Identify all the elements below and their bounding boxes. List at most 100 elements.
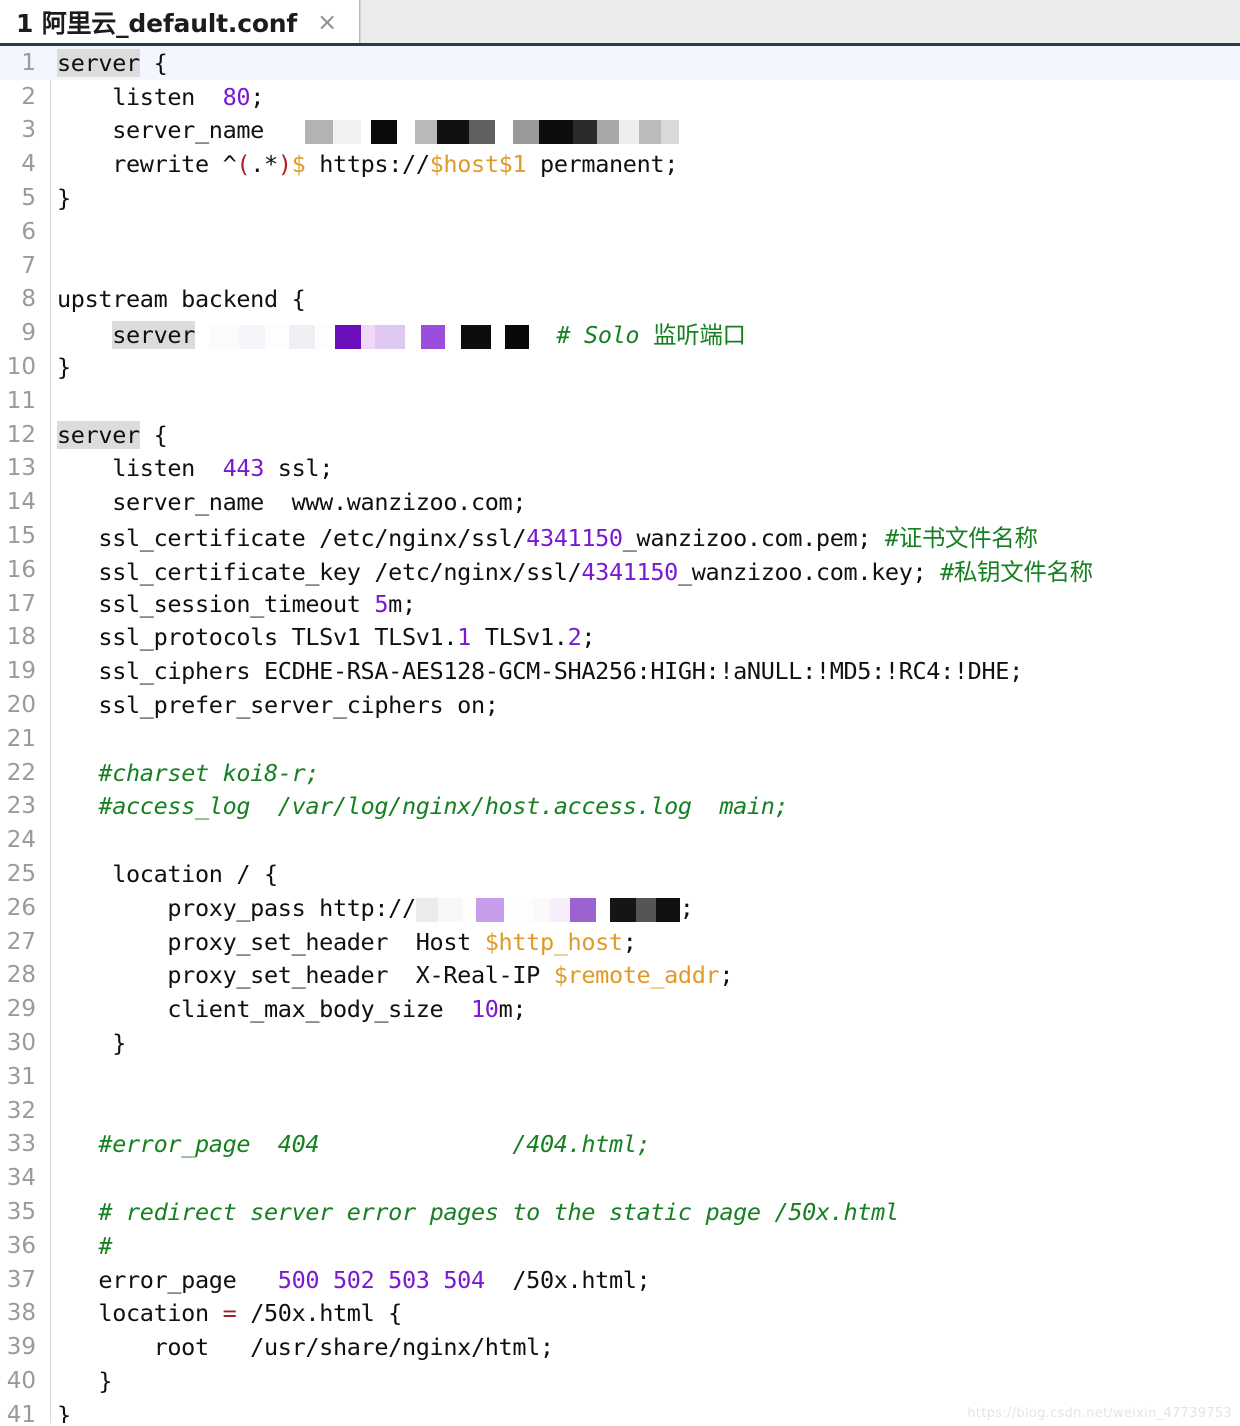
line-content: location / { <box>57 860 278 889</box>
code-line[interactable]: 22 #charset koi8-r; <box>0 756 1240 790</box>
line-content: #error_page 404 /404.html; <box>98 1130 651 1159</box>
code-line[interactable]: 39 root /usr/share/nginx/html; <box>0 1330 1240 1364</box>
code-line[interactable]: 31 <box>0 1060 1240 1094</box>
code-line[interactable]: 37 error_page 500 502 503 504 /50x.html; <box>0 1263 1240 1297</box>
tab-title: 1 阿里云_default.conf <box>16 8 298 38</box>
line-content: server { <box>57 420 168 449</box>
line-number: 25 <box>6 861 36 888</box>
line-number: 19 <box>6 658 36 685</box>
code-line[interactable]: 32 <box>0 1094 1240 1128</box>
code-line[interactable]: 2 listen 80; <box>0 80 1240 114</box>
code-line[interactable]: 24 <box>0 823 1240 857</box>
line-number: 29 <box>6 996 36 1023</box>
line-content: server_name <box>44 116 1240 145</box>
code-line[interactable]: 8 upstream backend { <box>0 283 1240 317</box>
close-icon[interactable]: × <box>317 10 337 34</box>
line-content: ssl_certificate_key /etc/nginx/ssl/43411… <box>57 557 1093 586</box>
redacted-block <box>305 120 680 145</box>
line-content: #charset koi8-r; <box>98 758 320 787</box>
line-number: 8 <box>21 286 36 313</box>
code-line[interactable]: 21 <box>0 722 1240 756</box>
code-line[interactable]: 16 ssl_certificate_key /etc/nginx/ssl/43… <box>0 553 1240 587</box>
line-number: 31 <box>6 1063 36 1090</box>
line-number: 7 <box>21 252 36 279</box>
line-content <box>44 387 1240 415</box>
line-number: 9 <box>21 320 36 347</box>
line-content: ssl_certificate /etc/nginx/ssl/4341150_w… <box>57 524 1038 553</box>
code-line[interactable]: 10 } <box>0 350 1240 384</box>
line-content: } <box>57 353 71 382</box>
code-line[interactable]: 20 ssl_prefer_server_ciphers on; <box>0 688 1240 722</box>
code-line[interactable]: 18 ssl_protocols TLSv1 TLSv1.1 TLSv1.2; <box>0 621 1240 655</box>
code-line[interactable]: 4 rewrite ^(.*)$ https://$host$1 permane… <box>0 147 1240 181</box>
code-line[interactable]: 30 } <box>0 1026 1240 1060</box>
line-number: 21 <box>6 725 36 752</box>
line-number: 28 <box>6 962 36 989</box>
code-line[interactable]: 17 ssl_session_timeout 5m; <box>0 587 1240 621</box>
code-line[interactable]: 25 location / { <box>0 857 1240 891</box>
line-content: server { <box>57 48 168 77</box>
line-content: ssl_protocols TLSv1 TLSv1.1 TLSv1.2; <box>57 623 596 652</box>
line-number: 39 <box>6 1334 36 1361</box>
code-line[interactable]: 33 #error_page 404 /404.html; <box>0 1128 1240 1162</box>
line-number: 18 <box>6 624 36 651</box>
line-content: location = /50x.html { <box>57 1299 402 1328</box>
code-line[interactable]: 19 ssl_ciphers ECDHE-RSA-AES128-GCM-SHA2… <box>0 654 1240 688</box>
code-line[interactable]: 35 # redirect server error pages to the … <box>0 1195 1240 1229</box>
line-content: server_name www.wanzizoo.com; <box>57 488 527 517</box>
line-number: 15 <box>6 523 36 550</box>
line-content: server # Solo 监听端口 <box>112 321 746 350</box>
line-number: 40 <box>6 1367 36 1394</box>
code-line[interactable]: 14 server_name www.wanzizoo.com; <box>0 485 1240 519</box>
line-number: 17 <box>6 590 36 617</box>
line-content: # redirect server error pages to the sta… <box>98 1197 899 1226</box>
line-content: rewrite ^(.*)$ https://$host$1 permanent… <box>57 150 678 179</box>
line-content: listen 80; <box>57 82 265 111</box>
line-number: 35 <box>6 1198 36 1225</box>
line-content <box>44 1097 1240 1125</box>
code-line[interactable]: 38 location = /50x.html { <box>0 1296 1240 1330</box>
line-content: proxy_pass http://; <box>57 893 694 922</box>
code-line[interactable]: 36 # <box>0 1229 1240 1263</box>
code-line[interactable]: 12 server { <box>0 418 1240 452</box>
line-content: } <box>57 1029 126 1057</box>
code-line[interactable]: 5 } <box>0 181 1240 215</box>
line-number: 6 <box>21 218 36 245</box>
code-line[interactable]: 3 server_name <box>0 114 1240 148</box>
code-line[interactable]: 9 server # Solo 监听端口 <box>0 316 1240 350</box>
code-line[interactable]: 11 <box>0 384 1240 418</box>
code-line[interactable]: 23 #access_log /var/log/nginx/host.acces… <box>0 790 1240 824</box>
line-content <box>44 218 1240 246</box>
line-number: 41 <box>6 1401 36 1423</box>
code-line[interactable]: 34 <box>0 1161 1240 1195</box>
line-content: listen 443 ssl; <box>57 454 333 483</box>
tab-default-conf[interactable]: 1 阿里云_default.conf × <box>0 0 360 43</box>
line-content <box>44 252 1240 280</box>
code-line[interactable]: 6 <box>0 215 1240 249</box>
code-line[interactable]: 13 listen 443 ssl; <box>0 452 1240 486</box>
line-content: #access_log /var/log/nginx/host.access.l… <box>98 792 789 821</box>
code-line[interactable]: 7 <box>0 249 1240 283</box>
tab-bar: 1 阿里云_default.conf × <box>0 0 1240 46</box>
line-content: } <box>57 1366 113 1395</box>
line-number: 24 <box>6 827 36 854</box>
line-content: ssl_ciphers ECDHE-RSA-AES128-GCM-SHA256:… <box>57 657 1023 686</box>
code-line[interactable]: 1 server { <box>0 46 1240 80</box>
line-number: 38 <box>6 1300 36 1327</box>
line-number: 4 <box>21 151 36 178</box>
code-line[interactable]: 40 } <box>0 1364 1240 1398</box>
code-line[interactable]: 15 ssl_certificate /etc/nginx/ssl/434115… <box>0 519 1240 553</box>
line-content: proxy_set_header X-Real-IP $remote_addr; <box>57 961 734 990</box>
line-number: 3 <box>21 117 36 144</box>
code-line[interactable]: 29 client_max_body_size 10m; <box>0 992 1240 1026</box>
line-number: 16 <box>6 556 36 583</box>
line-number: 13 <box>6 455 36 482</box>
code-line[interactable]: 28 proxy_set_header X-Real-IP $remote_ad… <box>0 959 1240 993</box>
line-number: 2 <box>21 83 36 110</box>
line-number: 11 <box>6 387 36 414</box>
code-line[interactable]: 26 proxy_pass http://; <box>0 891 1240 925</box>
code-line[interactable]: 27 proxy_set_header Host $http_host; <box>0 925 1240 959</box>
code-editor[interactable]: 1 server { 2 listen 80; 3 server_name 4 … <box>0 46 1240 1423</box>
redacted-block <box>415 897 680 922</box>
line-number: 12 <box>6 421 36 448</box>
